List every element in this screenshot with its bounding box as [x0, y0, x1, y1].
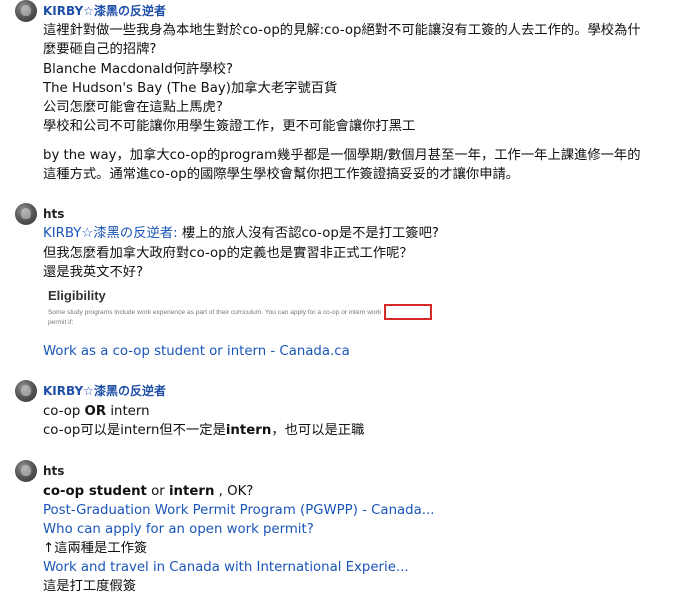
- pgwpp-link[interactable]: Post-Graduation Work Permit Program (PGW…: [43, 501, 434, 520]
- post-text-bold: intern: [168, 484, 215, 499]
- post-text-line: 這種方式。通常進co-op的國際學生學校會幫你把工作簽證搞妥妥的才讓你申請。: [43, 167, 520, 182]
- post-text-line: co-op可以是intern但不一定是intern，也可以是正職: [43, 421, 364, 440]
- eligibility-text: Some study programs include work experie…: [48, 309, 382, 316]
- highlight-box: [384, 304, 432, 320]
- user-avatar[interactable]: [15, 380, 37, 402]
- post-text-line: 這裡針對做一些我身為本地生對於co-op的見解:co-op絕對不可能讓沒有工簽的…: [43, 23, 641, 38]
- user-avatar[interactable]: [15, 0, 37, 22]
- post-text: 樓上的旅人沒有否認co-op是不是打工簽吧?: [177, 226, 439, 241]
- post-text-line: 還是我英文不好?: [43, 265, 144, 280]
- post-text: co-op: [43, 404, 85, 419]
- post-text-line: 這是打工度假簽: [43, 579, 137, 594]
- post-text: co-op可以是intern但不一定是: [43, 423, 226, 438]
- post-text-line: The Hudson's Bay (The Bay)加拿大老字號百貨: [43, 81, 338, 96]
- post-text-bold: co-op student: [43, 484, 147, 499]
- open-work-permit-link[interactable]: Who can apply for an open work permit?: [43, 520, 314, 539]
- post-text-line: 學校和公司不可能讓你用學生簽證工作，更不可能會讓你打黑工: [43, 119, 416, 134]
- canada-coop-link[interactable]: Work as a co-op student or intern - Cana…: [43, 342, 350, 361]
- post-text-line: ↑這兩種是工作簽: [43, 541, 148, 556]
- user-avatar[interactable]: [15, 203, 37, 225]
- iec-link[interactable]: Work and travel in Canada with Internati…: [43, 558, 409, 577]
- eligibility-heading: Eligibility: [48, 288, 106, 303]
- post-text-bold: intern: [225, 423, 272, 438]
- eligibility-text: permit if:: [48, 319, 74, 326]
- post-text: intern: [106, 404, 150, 419]
- post-text-line: 公司怎麼可能會在這點上馬虎?: [43, 100, 223, 115]
- user-avatar[interactable]: [15, 460, 37, 482]
- post-text-line: co-op OR intern: [43, 402, 150, 421]
- post-text-line: Blanche Macdonald何許學校?: [43, 62, 233, 77]
- username[interactable]: hts: [43, 464, 64, 478]
- post-text-line: KIRBY☆漆黑の反逆者: 樓上的旅人沒有否認co-op是不是打工簽吧?: [43, 224, 439, 243]
- username[interactable]: hts: [43, 207, 64, 221]
- embedded-screenshot[interactable]: Eligibility Some study programs include …: [48, 287, 448, 332]
- username[interactable]: KIRBY☆漆黑の反逆者: [43, 384, 166, 398]
- post-text-bold: OR: [84, 404, 107, 419]
- post-text-line: by the way，加拿大co-op的program幾乎都是一個學期/數個月甚…: [43, 148, 641, 163]
- user-mention[interactable]: KIRBY☆漆黑の反逆者:: [43, 226, 178, 241]
- post-text-line: 麼要砸自己的招牌?: [43, 42, 157, 57]
- post-text: or: [146, 484, 169, 499]
- post-text: , OK?: [214, 484, 254, 499]
- post-text: ，也可以是正職: [271, 423, 365, 438]
- post-text-line: 但我怎麼看加拿大政府對co-op的定義也是實習非正式工作呢？: [43, 246, 413, 261]
- username[interactable]: KIRBY☆漆黑の反逆者: [43, 4, 166, 18]
- post-text-line: co-op student or intern , OK?: [43, 482, 253, 501]
